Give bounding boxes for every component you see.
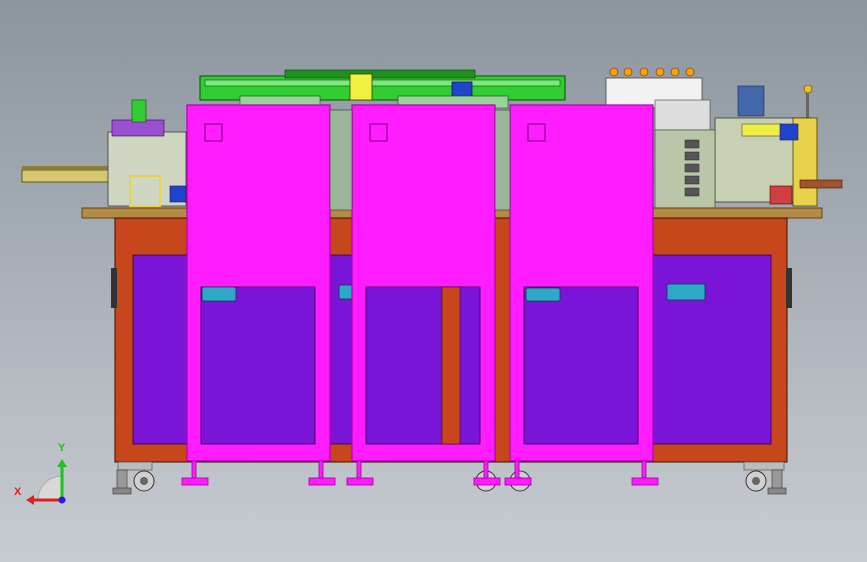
enclosure-right [504, 104, 659, 486]
machine-front-view [21, 67, 843, 505]
frame-door-1 [132, 254, 190, 445]
servo-motor [737, 85, 765, 117]
enclosure-left-handle [201, 286, 237, 302]
x-axis-label: X [14, 486, 22, 498]
frame-side-right [786, 268, 792, 308]
triad-quarter-disc [37, 475, 63, 501]
left-blue-motor [169, 185, 187, 203]
gap-mechanism-1 [329, 109, 353, 211]
enclosure-right-feet [504, 460, 659, 486]
frame-door-4 [650, 254, 772, 445]
frame-door-2 [328, 254, 354, 445]
left-green-post [131, 99, 147, 123]
cad-viewport[interactable]: X Y [0, 0, 867, 562]
left-fixture-top [111, 119, 165, 137]
right-red-block [769, 185, 793, 205]
gap-mechanism-2 [494, 109, 511, 211]
caster-left [112, 461, 155, 495]
frame-door-5-handle [666, 283, 706, 301]
gantry-carriage [349, 73, 373, 101]
enclosure-right-handle [525, 287, 561, 302]
indicator-lamp [803, 84, 813, 94]
enclosure-right-panel [523, 286, 639, 445]
safety-enclosures [181, 104, 659, 486]
enclosure-left-panel [200, 286, 316, 445]
enclosure-left [181, 104, 336, 486]
right-blue-motor [779, 123, 799, 141]
axis-triad [26, 459, 67, 505]
caster-right [743, 461, 787, 495]
enclosure-left-feet [181, 460, 336, 486]
frame-side-left [111, 268, 117, 308]
y-axis-label: Y [58, 442, 66, 454]
pneumatic-fittings [609, 67, 695, 77]
gantry-rail [204, 79, 561, 87]
z-axis-dot [58, 496, 66, 504]
x-axis-head [26, 495, 34, 505]
enclosure-center-panel [365, 286, 481, 445]
enclosure-center-feet [346, 460, 501, 486]
gantry-upper-rail [284, 69, 476, 79]
enclosure-center-divider [441, 286, 461, 445]
brown-output-chute [799, 179, 843, 189]
right-fixture-clamp [741, 123, 783, 137]
valve-plate [654, 99, 711, 131]
y-axis-head [57, 459, 67, 467]
enclosure-center [346, 104, 501, 486]
feet-and-casters [112, 461, 787, 495]
lamp-post [806, 93, 809, 121]
